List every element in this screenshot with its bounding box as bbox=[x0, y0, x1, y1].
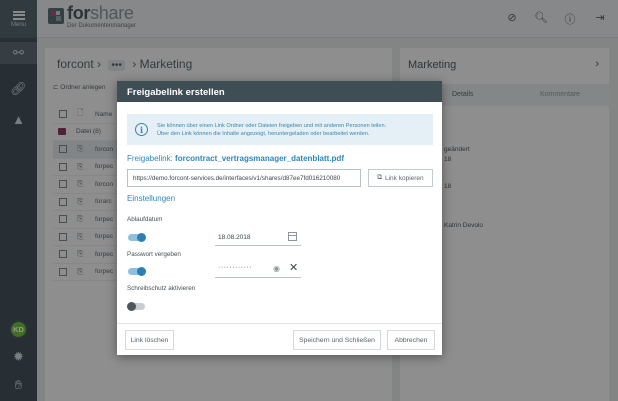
info-box: i Sie können über einen Link Ordner oder… bbox=[127, 114, 433, 145]
password-label: Passwort vergeben bbox=[127, 251, 181, 258]
info-text: Sie können über einen Link Ordner oder D… bbox=[157, 122, 387, 137]
write-protect-toggle[interactable] bbox=[127, 302, 145, 311]
dialog-title: Freigabelink erstellen bbox=[117, 81, 442, 102]
share-url-field[interactable]: https://demo.forcont-services.de/interfa… bbox=[127, 169, 361, 187]
copy-link-button[interactable]: ⧉ Link kopieren bbox=[368, 169, 433, 187]
eye-icon[interactable]: ◉ bbox=[273, 264, 280, 273]
info-icon: i bbox=[135, 123, 148, 136]
delete-link-button[interactable]: Link löschen bbox=[125, 330, 174, 350]
expiry-label: Ablaufdatum bbox=[127, 216, 163, 223]
dialog-footer: Link löschen Speichern und Schließen Abb… bbox=[117, 323, 442, 355]
share-link-dialog: Freigabelink erstellen i Sie können über… bbox=[117, 81, 442, 355]
calendar-icon[interactable] bbox=[288, 232, 297, 241]
share-link-label: Freigabelink: forcontract_vertragsmanage… bbox=[127, 154, 344, 163]
copy-icon: ⧉ bbox=[377, 174, 382, 181]
clear-password-icon[interactable]: ✕ bbox=[289, 261, 298, 274]
expiry-toggle[interactable] bbox=[128, 233, 146, 242]
settings-title: Einstellungen bbox=[127, 194, 176, 203]
save-close-button[interactable]: Speichern und Schließen bbox=[293, 330, 381, 350]
write-protect-label: Schreibschutz aktivieren bbox=[127, 285, 196, 292]
cancel-button[interactable]: Abbrechen bbox=[387, 330, 435, 350]
password-toggle[interactable] bbox=[128, 267, 146, 276]
expiry-date-field[interactable]: 18.08.2018 bbox=[215, 229, 301, 246]
file-name: forcontract_vertragsmanager_datenblatt.p… bbox=[175, 154, 344, 163]
